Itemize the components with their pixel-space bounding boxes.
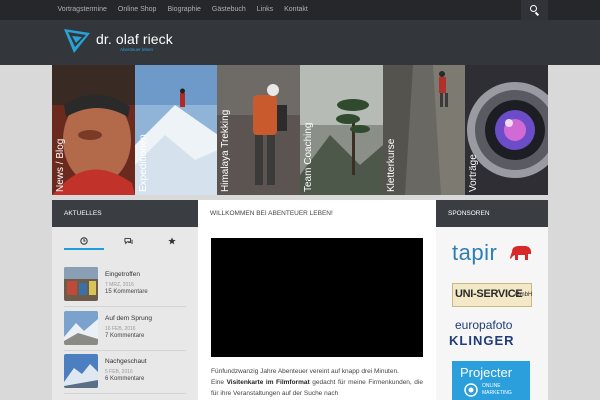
sponsor-tapir-label: tapir <box>452 240 498 265</box>
news-thumbnail <box>64 267 98 301</box>
sponsor-klinger-label: KLINGER <box>449 333 515 348</box>
news-title[interactable]: Auf dem Sprung <box>105 315 152 322</box>
welcome-text: Fünfundzwanzig Jahre Abenteuer vereint a… <box>211 366 423 399</box>
news-comments-link[interactable]: 15 Kommentare <box>105 289 148 295</box>
sponsor-projecter[interactable]: Projecter ONLINE MARKETING <box>452 361 530 400</box>
sponsor-projecter-label: Projecter <box>460 365 513 380</box>
star-icon <box>168 237 176 245</box>
comments-icon <box>124 238 133 245</box>
nav-item-vortragstermine[interactable]: Vortragstermine <box>52 0 112 20</box>
nav-item-links[interactable]: Links <box>251 0 278 20</box>
tab-comments[interactable] <box>108 234 148 250</box>
slide-news-blog[interactable]: News / Blog <box>52 65 135 195</box>
sponsor-europafoto-label: europafoto <box>455 318 513 332</box>
news-tabs <box>64 234 196 250</box>
news-comments-link[interactable]: 7 Kommentare <box>105 333 144 339</box>
search-icon <box>530 5 537 12</box>
slide-team-coaching[interactable]: Team Coaching <box>299 65 383 195</box>
slide-caption: News / Blog <box>55 138 66 192</box>
clock-icon <box>80 237 88 245</box>
intro-text: Eine <box>211 379 225 386</box>
nav-menu: Vortragstermine Online Shop Biographie G… <box>52 0 313 20</box>
slide-caption: Team Coaching <box>302 122 314 192</box>
tab-recent[interactable] <box>64 234 104 250</box>
site-title[interactable]: dr. olaf rieck <box>96 31 173 47</box>
nav-item-online-shop[interactable]: Online Shop <box>112 0 162 20</box>
news-title[interactable]: Eingetroffen <box>105 271 140 278</box>
nav-item-kontakt[interactable]: Kontakt <box>279 0 314 20</box>
video-player[interactable] <box>211 238 423 357</box>
sponsor-tapir[interactable]: tapir <box>452 240 534 270</box>
divider <box>64 350 186 351</box>
sponsor-europafoto-klinger[interactable]: europafoto KLINGER <box>449 318 535 350</box>
news-thumbnail <box>64 311 98 345</box>
slide-expeditionen[interactable]: Expeditionen <box>134 65 218 195</box>
news-item[interactable]: Auf dem Sprung 16 FEB, 2016 7 Kommentare <box>64 311 186 347</box>
sponsor-projecter-sub2: MARKETING <box>482 390 512 396</box>
logo-icon[interactable] <box>64 27 94 55</box>
sponsor-uniservice-label: UNI-SERVICE <box>455 288 523 300</box>
slide-caption: Kletterkurse <box>385 138 397 192</box>
news-thumbnail <box>64 354 98 388</box>
slide-kletterkurse[interactable]: Kletterkurse <box>382 65 466 195</box>
nav-item-biographie[interactable]: Biographie <box>162 0 206 20</box>
sponsor-projecter-sub1: ONLINE <box>482 383 501 389</box>
news-item[interactable]: Eingetroffen 7 MRZ, 2016 15 Kommentare <box>64 267 186 303</box>
divider <box>64 306 186 307</box>
section-header-welcome: WILLKOMMEN BEI ABENTEUER LEBEN! <box>198 200 436 227</box>
sponsor-uniservice-suffix: GmbH <box>515 292 533 298</box>
news-item[interactable]: Nachgeschaut 5 FEB, 2016 6 Kommentare <box>64 354 186 390</box>
business-card-link[interactable]: Visitenkarte im Filmformat <box>227 379 310 386</box>
intro-paragraph-1: Fünfundzwanzig Jahre Abenteuer vereint a… <box>211 368 399 375</box>
category-slider: News / Blog Expeditionen Himalaya Trekki… <box>52 65 548 195</box>
tapir-icon <box>510 246 531 260</box>
section-header-aktuelles: AKTUELLES <box>52 200 198 227</box>
section-header-sponsoren: SPONSOREN <box>436 200 548 227</box>
news-date: 5 FEB, 2016 <box>105 369 133 375</box>
slide-vortraege[interactable]: Vorträge <box>465 65 548 195</box>
news-date: 7 MRZ, 2016 <box>105 282 134 288</box>
sponsor-uniservice[interactable]: UNI-SERVICE GmbH <box>452 283 532 307</box>
news-title[interactable]: Nachgeschaut <box>105 358 147 365</box>
news-date: 16 FEB, 2016 <box>105 326 136 332</box>
projecter-logo-icon <box>464 383 478 397</box>
slide-caption: Himalaya Trekking <box>220 109 232 192</box>
divider <box>64 393 186 394</box>
top-navigation: Vortragstermine Online Shop Biographie G… <box>0 0 600 20</box>
slide-himalaya-trekking[interactable]: Himalaya Trekking <box>217 65 300 195</box>
tab-popular[interactable] <box>152 234 192 250</box>
slide-caption: Vorträge <box>468 154 480 192</box>
search-button[interactable] <box>521 0 548 20</box>
slide-caption: Expeditionen <box>137 134 149 192</box>
news-comments-link[interactable]: 6 Kommentare <box>105 376 144 382</box>
nav-item-gaestebuch[interactable]: Gästebuch <box>206 0 251 20</box>
site-tagline: Abenteuer leben <box>120 47 154 52</box>
